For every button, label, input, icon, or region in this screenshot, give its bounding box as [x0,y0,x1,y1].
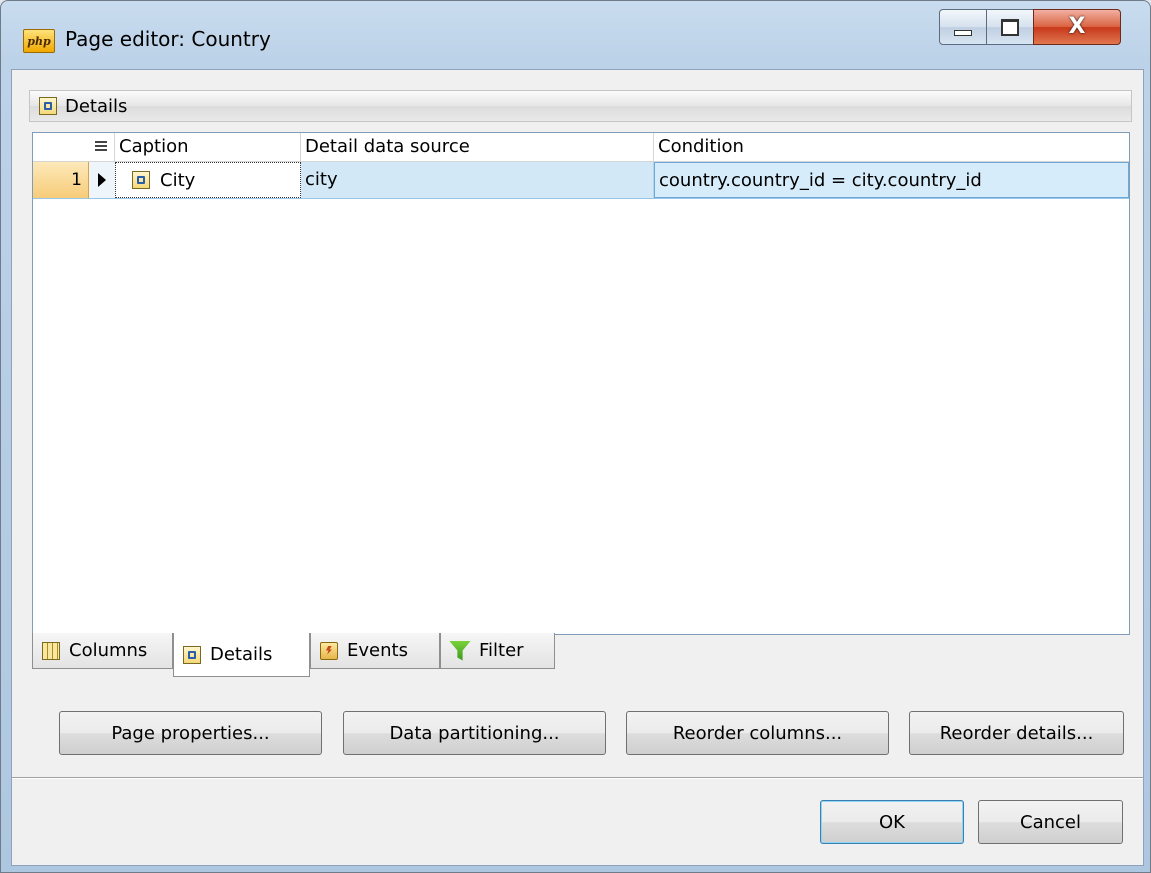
details-panel-title: Details [65,95,128,117]
table-row[interactable]: 1 City city country.country_id = city.co… [33,162,1129,199]
details-icon [183,645,201,664]
tab-columns-label: Columns [69,640,148,661]
maximize-icon [1001,18,1019,36]
details-icon [39,97,57,115]
cell-detail-data-source[interactable]: city [301,162,654,198]
dialog-client-area: Details Caption Detail data source Condi… [11,69,1144,866]
page-editor-window: php Page editor: Country X Details Capti… [0,0,1151,873]
minimize-icon [954,30,972,36]
cell-caption-text: City [160,169,196,191]
editor-tabs: Columns Details Events Filter [32,633,732,685]
tab-events[interactable]: Events [310,633,440,669]
data-partitioning-button[interactable]: Data partitioning... [343,711,606,755]
tab-columns[interactable]: Columns [32,633,173,669]
cell-caption[interactable]: City [115,162,301,198]
reorder-columns-button[interactable]: Reorder columns... [626,711,889,755]
php-app-icon: php [23,29,55,53]
current-row-indicator [89,162,116,198]
column-chooser-header[interactable] [33,133,115,161]
tab-filter-label: Filter [479,640,524,661]
row-pointer-icon [98,173,106,187]
detail-icon [132,171,150,189]
details-grid[interactable]: Caption Detail data source Condition 1 C… [32,132,1130,635]
column-header-caption[interactable]: Caption [115,133,301,161]
title-bar[interactable]: php Page editor: Country X [1,1,1150,69]
tab-events-label: Events [347,640,408,661]
column-header-condition[interactable]: Condition [654,133,1129,161]
window-title: Page editor: Country [65,27,271,51]
tab-details-label: Details [210,644,273,665]
tab-details[interactable]: Details [173,633,310,677]
grid-header: Caption Detail data source Condition [33,133,1129,162]
maximize-button[interactable] [986,9,1034,45]
reorder-details-button[interactable]: Reorder details... [909,711,1124,755]
minimize-button[interactable] [939,9,987,45]
cell-condition[interactable]: country.country_id = city.country_id [654,162,1129,198]
filter-funnel-icon [449,640,471,661]
close-icon: X [1068,14,1086,39]
details-panel-header: Details [29,90,1132,122]
column-header-detail-data-source[interactable]: Detail data source [301,133,654,161]
close-button[interactable]: X [1033,9,1121,45]
events-icon [320,641,338,660]
page-properties-button[interactable]: Page properties... [59,711,322,755]
ok-button[interactable]: OK [820,800,964,844]
divider [12,777,1143,779]
column-list-icon[interactable] [95,141,107,153]
columns-grid-icon [42,641,60,660]
row-number: 1 [33,162,89,198]
tab-filter[interactable]: Filter [440,633,555,669]
cancel-button[interactable]: Cancel [978,800,1123,844]
